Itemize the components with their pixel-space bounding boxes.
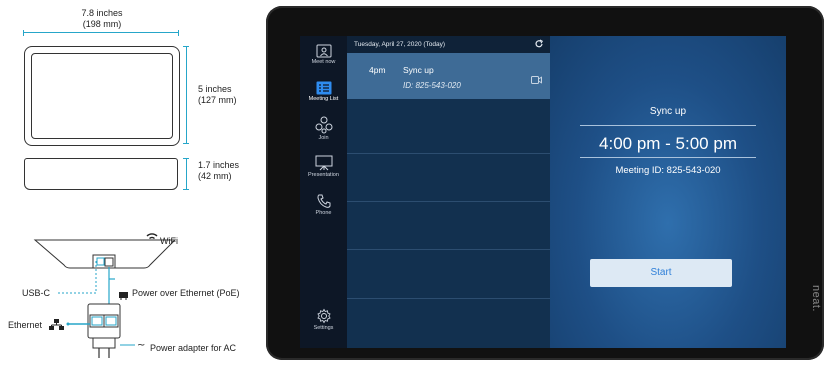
detail-title: Sync up	[649, 106, 687, 117]
list-icon	[300, 81, 347, 95]
depth-label: 1.7 inches (42 mm)	[198, 160, 240, 181]
date-header: Tuesday, April 27, 2020 (Today)	[347, 36, 550, 53]
brand-logo: neat.	[810, 284, 822, 312]
usbc-label: USB-C	[22, 288, 51, 298]
ethernet-label: Ethernet	[8, 320, 43, 330]
start-button[interactable]: Start	[590, 259, 732, 287]
sidebar-item-label: Phone	[315, 210, 332, 216]
svg-text:~: ~	[137, 340, 145, 351]
empty-slot-row	[347, 249, 550, 251]
meeting-list-pane: Tuesday, April 27, 2020 (Today) 4pm Sync…	[347, 36, 550, 348]
meeting-id: ID: 825-543-020	[403, 81, 461, 90]
tablet-device: Meet now Meeting List Join Presentation	[266, 6, 824, 360]
video-camera-icon	[531, 71, 542, 89]
sidebar-item-meeting-list[interactable]: Meeting List	[300, 81, 347, 102]
tablet-front-outline	[24, 46, 180, 146]
sidebar: Meet now Meeting List Join Presentation	[300, 36, 347, 348]
ethernet-icon	[49, 319, 64, 330]
empty-slot-row	[347, 201, 550, 203]
tablet-screen: Meet now Meeting List Join Presentation	[300, 36, 786, 348]
sidebar-item-join[interactable]: Join	[300, 116, 347, 141]
gear-icon	[300, 308, 347, 324]
refresh-icon[interactable]	[534, 39, 544, 51]
sidebar-item-label: Meet now	[311, 59, 336, 65]
detail-time-range: 4:00 pm - 5:00 pm	[599, 134, 737, 153]
tablet-side-outline	[24, 158, 178, 190]
poe-icon	[119, 292, 128, 300]
ac-adapter-label: Power adapter for AC	[150, 343, 237, 353]
presentation-icon	[300, 155, 347, 171]
empty-slot-row	[347, 298, 550, 300]
width-dimension-line	[23, 32, 179, 33]
sidebar-item-meet-now[interactable]: Meet now	[300, 44, 347, 65]
meeting-title: Sync up	[403, 65, 434, 75]
join-icon	[300, 116, 347, 134]
meet-now-icon	[300, 44, 347, 58]
meeting-detail-pane: Sync up 4:00 pm - 5:00 pm Meeting ID: 82…	[550, 36, 786, 348]
width-label: 7.8 inches (198 mm)	[81, 8, 123, 29]
empty-slot-row	[347, 153, 550, 155]
meeting-time: 4pm	[369, 65, 386, 75]
sidebar-item-label: Meeting List	[308, 96, 339, 102]
detail-divider-top	[580, 125, 756, 126]
sidebar-item-settings[interactable]: Settings	[300, 308, 347, 331]
date-header-label: Tuesday, April 27, 2020 (Today)	[354, 41, 446, 48]
detail-meeting-id: Meeting ID: 825-543-020	[615, 165, 721, 176]
sidebar-item-phone[interactable]: Phone	[300, 193, 347, 216]
phone-icon	[300, 193, 347, 209]
sidebar-item-presentation[interactable]: Presentation	[300, 155, 347, 178]
poe-label: Power over Ethernet (PoE)	[132, 288, 240, 298]
detail-divider-bottom	[580, 157, 756, 158]
sidebar-item-label: Settings	[313, 325, 334, 331]
sidebar-item-label: Join	[318, 135, 329, 141]
wifi-label: WiFi	[160, 236, 178, 246]
sidebar-item-label: Presentation	[308, 172, 339, 178]
meeting-list-item[interactable]: 4pm Sync up ID: 825-543-020	[347, 53, 550, 99]
height-label: 5 inches (127 mm)	[198, 84, 237, 105]
